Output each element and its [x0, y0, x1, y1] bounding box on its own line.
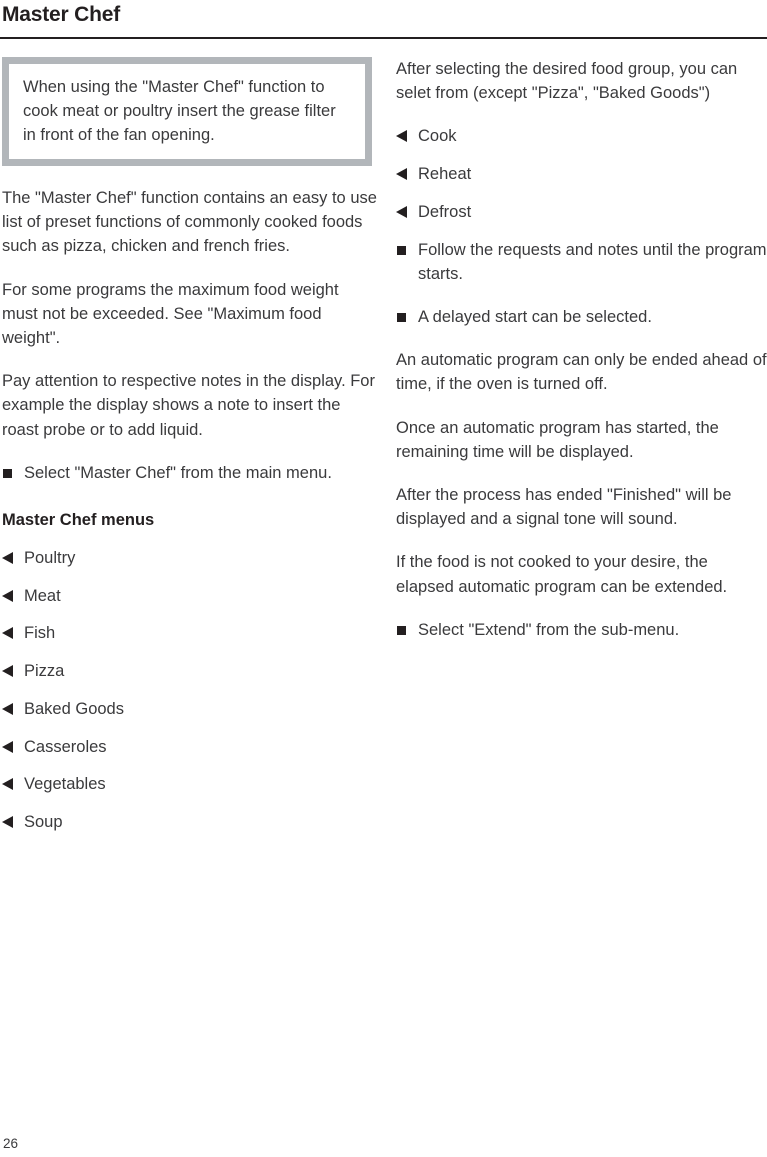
step-select-extend: Select "Extend" from the sub-menu.	[396, 618, 767, 642]
warning-note-text: When using the "Master Chef" function to…	[23, 78, 336, 144]
paragraph-remaining-time: Once an automatic program has started, t…	[396, 418, 719, 461]
paragraph-max-food-weight: For some programs the maximum food weigh…	[2, 280, 339, 348]
menu-item-baked-goods: Baked Goods	[2, 697, 377, 721]
step-follow-requests: Follow the requests and notes until the …	[396, 238, 767, 286]
triangle-bullet-icon	[2, 589, 13, 602]
step-label: Select "Master Chef" from the main menu.	[24, 463, 332, 482]
cooking-mode-list: Cook Reheat Defrost	[396, 124, 767, 224]
triangle-bullet-icon	[396, 130, 407, 143]
mode-item-label: Reheat	[418, 165, 472, 184]
menu-item-poultry: Poultry	[2, 546, 377, 570]
square-bullet-icon	[397, 625, 406, 635]
step-select-master-chef: Select "Master Chef" from the main menu.	[2, 461, 377, 485]
menu-item-label: Casseroles	[24, 737, 107, 756]
menu-item-label: Poultry	[24, 549, 76, 568]
menu-item-label: Soup	[24, 812, 63, 831]
paragraph-display-notes: Pay attention to respective notes in the…	[2, 372, 375, 439]
menu-item-label: Meat	[24, 586, 61, 605]
square-bullet-icon	[397, 245, 406, 255]
right-column: After selecting the desired food group, …	[396, 57, 767, 661]
master-chef-menu-list: Poultry Meat Fish Pizza Baked Goods Cass…	[2, 546, 377, 834]
mode-item-defrost: Defrost	[396, 200, 767, 224]
paragraph-extend-program: If the food is not cooked to your desire…	[396, 553, 728, 596]
menu-item-label: Pizza	[24, 662, 65, 681]
step-label: Select "Extend" from the sub-menu.	[418, 620, 680, 639]
paragraph-food-group-intro: After selecting the desired food group, …	[396, 60, 738, 103]
triangle-bullet-icon	[396, 168, 407, 181]
header-divider	[0, 37, 767, 39]
left-column: When using the "Master Chef" function to…	[2, 57, 377, 848]
section-heading-master-chef-menus: Master Chef menus	[2, 511, 155, 530]
triangle-bullet-icon	[2, 740, 13, 753]
menu-item-label: Baked Goods	[24, 699, 124, 718]
square-bullet-icon	[397, 312, 406, 322]
mode-item-reheat: Reheat	[396, 162, 767, 186]
menu-item-vegetables: Vegetables	[2, 772, 377, 796]
menu-item-casseroles: Casseroles	[2, 735, 377, 759]
menu-item-label: Vegetables	[24, 775, 106, 794]
mode-item-cook: Cook	[396, 124, 767, 148]
menu-item-soup: Soup	[2, 810, 377, 834]
step-label: A delayed start can be selected.	[418, 307, 652, 326]
paragraph-finished-signal-tone: After the process has ended "Finished" w…	[396, 485, 732, 529]
menu-item-label: Fish	[24, 624, 56, 643]
paragraph-end-ahead-of-time: An automatic program can only be ended a…	[396, 351, 767, 394]
page-number: 26	[3, 1136, 19, 1151]
step-delayed-start: A delayed start can be selected.	[396, 305, 767, 329]
triangle-bullet-icon	[396, 205, 407, 218]
triangle-bullet-icon	[2, 702, 13, 715]
paragraph-function-overview: The "Master Chef" function contains an e…	[2, 189, 377, 256]
step-label: Follow the requests and notes until the …	[418, 240, 767, 283]
triangle-bullet-icon	[2, 815, 13, 828]
mode-item-label: Cook	[418, 127, 457, 146]
mode-item-label: Defrost	[418, 202, 472, 221]
triangle-bullet-icon	[2, 778, 13, 791]
triangle-bullet-icon	[2, 552, 13, 565]
triangle-bullet-icon	[2, 627, 13, 640]
page-title: Master Chef	[2, 3, 120, 26]
square-bullet-icon	[3, 468, 12, 478]
triangle-bullet-icon	[2, 665, 13, 678]
warning-note-box: When using the "Master Chef" function to…	[2, 57, 372, 166]
menu-item-fish: Fish	[2, 621, 377, 645]
menu-item-meat: Meat	[2, 584, 377, 608]
menu-item-pizza: Pizza	[2, 659, 377, 683]
